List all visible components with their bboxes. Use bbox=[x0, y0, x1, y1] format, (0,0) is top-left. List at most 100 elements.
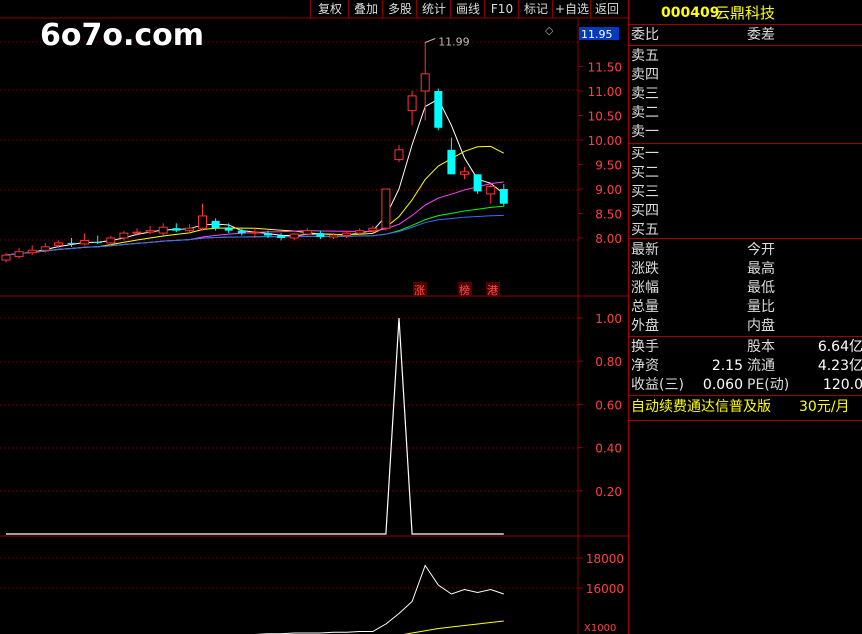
toolbar-button-3[interactable]: 统计 bbox=[416, 0, 451, 18]
candle-body bbox=[67, 242, 76, 244]
sell-level-row[interactable]: 卖三 bbox=[629, 85, 862, 104]
sell-level-row[interactable]: 卖四 bbox=[629, 66, 862, 85]
stat-row: 最新 今开 bbox=[629, 241, 862, 260]
candle-body bbox=[407, 95, 417, 112]
candle-body bbox=[93, 241, 102, 243]
candle-body bbox=[277, 235, 286, 238]
indicator-line bbox=[6, 317, 504, 535]
volume-multiplier: X1000 bbox=[584, 623, 616, 634]
candle-body bbox=[250, 231, 260, 234]
candle-body bbox=[172, 228, 181, 231]
buy-level-row[interactable]: 买三 bbox=[629, 183, 862, 202]
toolbar-button-0[interactable]: 复权 bbox=[310, 0, 349, 18]
y-tick-label: 1.00 bbox=[595, 312, 622, 326]
candle-body bbox=[381, 188, 391, 229]
candle-body bbox=[473, 174, 482, 192]
y-tick-label: 0.60 bbox=[595, 398, 622, 412]
candle-body bbox=[158, 226, 168, 234]
candle-body bbox=[420, 73, 430, 92]
y-tick-label: 16000 bbox=[586, 582, 624, 596]
toolbar-button-1[interactable]: 叠加 bbox=[348, 0, 383, 18]
y-tick-label: 11.50 bbox=[588, 61, 622, 75]
candle-body bbox=[368, 227, 378, 232]
sell-level-label: 卖三 bbox=[631, 86, 659, 102]
candle-body bbox=[447, 149, 456, 175]
candle-body bbox=[342, 232, 352, 237]
stat-label: 量比 bbox=[747, 299, 775, 315]
jingzi-value: 2.15 bbox=[711, 358, 743, 374]
guben-label: 股本 bbox=[747, 339, 775, 355]
candle-body bbox=[394, 149, 404, 161]
y-tick-label: 9.00 bbox=[595, 183, 622, 197]
stat-row: 涨跌 最高 bbox=[629, 260, 862, 279]
shouyi-label: 收益(三) bbox=[631, 377, 684, 393]
pe-label: PE(动) bbox=[747, 377, 790, 393]
volume-series-1 bbox=[403, 620, 504, 634]
buy-level-row[interactable]: 买二 bbox=[629, 164, 862, 183]
stock-code: 000409 bbox=[661, 5, 720, 21]
ad-banner[interactable]: 自动续费通达信普及版 30元/月 bbox=[629, 398, 862, 417]
candle-body bbox=[106, 237, 116, 244]
volume-series-0 bbox=[241, 564, 504, 634]
candle-body bbox=[434, 91, 443, 128]
toolbar-button-8[interactable]: 返回 bbox=[590, 0, 623, 18]
stock-name: 云鼎科技 bbox=[715, 4, 776, 22]
chart-area[interactable]: 11.50 11.00 10.50 10.00 9.50 9.00 8.50 8.00 11.9… bbox=[0, 0, 628, 634]
jingzi-label: 净资 bbox=[631, 358, 659, 374]
stat-label: 最高 bbox=[747, 261, 775, 277]
y-tick-label: 0.80 bbox=[595, 355, 622, 369]
sell-level-label: 卖一 bbox=[631, 124, 659, 140]
candle-body bbox=[302, 230, 312, 235]
candle-body bbox=[119, 232, 129, 239]
toolbar-button-5[interactable]: F10 bbox=[484, 0, 519, 18]
y-tick-label: 10.50 bbox=[588, 110, 622, 124]
sell-level-label: 卖二 bbox=[631, 105, 659, 121]
candle-body bbox=[198, 215, 207, 229]
y-tick-label: 10.00 bbox=[588, 134, 622, 148]
stat-label: 最新 bbox=[631, 242, 659, 258]
sell-level-row[interactable]: 卖二 bbox=[629, 104, 862, 123]
buy-level-label: 买三 bbox=[631, 184, 659, 200]
candle-body bbox=[1, 254, 11, 261]
toolbar-button-4[interactable]: 画线 bbox=[450, 0, 485, 18]
shouyi-value: 0.060 bbox=[702, 377, 743, 393]
liutong-label: 流通 bbox=[747, 358, 775, 374]
y-tick-label: 0.40 bbox=[595, 442, 622, 456]
y-tick-label: 11.00 bbox=[588, 85, 622, 99]
stat-label: 今开 bbox=[747, 242, 775, 258]
stat-label: 外盘 bbox=[631, 318, 659, 334]
peak-pointer bbox=[425, 38, 436, 43]
sell-level-row[interactable]: 卖一 bbox=[629, 123, 862, 142]
event-tag: 涨 bbox=[414, 284, 425, 297]
candle-body bbox=[145, 230, 155, 233]
buy-level-row[interactable]: 买一 bbox=[629, 145, 862, 164]
stat-label: 总量 bbox=[631, 299, 659, 315]
stat-label: 涨跌 bbox=[631, 261, 659, 277]
candle-body bbox=[80, 239, 90, 245]
stat-row: 涨幅 最低 bbox=[629, 279, 862, 298]
moving-average-8 bbox=[5, 145, 505, 256]
sell-level-label: 卖四 bbox=[631, 67, 659, 83]
stat-label: 最低 bbox=[747, 280, 775, 296]
peak-annotation: 11.99 bbox=[438, 35, 470, 48]
buy-level-label: 买四 bbox=[631, 203, 659, 219]
toolbar-button-2[interactable]: 多股 bbox=[382, 0, 417, 18]
toolbar-button-7[interactable]: +自选 bbox=[552, 0, 591, 18]
y-tick-label: 8.00 bbox=[595, 232, 622, 246]
candle-body bbox=[499, 189, 508, 204]
candle-body bbox=[184, 227, 194, 232]
candle-body bbox=[316, 233, 325, 238]
pe-value: 120.0 bbox=[822, 377, 862, 393]
buy-level-row[interactable]: 买四 bbox=[629, 202, 862, 221]
candle-body bbox=[264, 233, 272, 236]
stat-row: 总量 量比 bbox=[629, 298, 862, 317]
sell-level-label: 卖五 bbox=[631, 48, 659, 64]
toolbar-button-6[interactable]: 标记 bbox=[518, 0, 553, 18]
candle-body bbox=[132, 231, 142, 234]
stat-label: 内盘 bbox=[747, 318, 775, 334]
stock-header[interactable]: 000409 云鼎科技 bbox=[629, 2, 862, 24]
stat-row: 外盘 内盘 bbox=[629, 317, 862, 336]
guben-value: 6.64亿 bbox=[817, 339, 862, 355]
ad-text: 自动续费通达信普及版 bbox=[631, 399, 771, 415]
sell-level-row[interactable]: 卖五 bbox=[629, 47, 862, 66]
